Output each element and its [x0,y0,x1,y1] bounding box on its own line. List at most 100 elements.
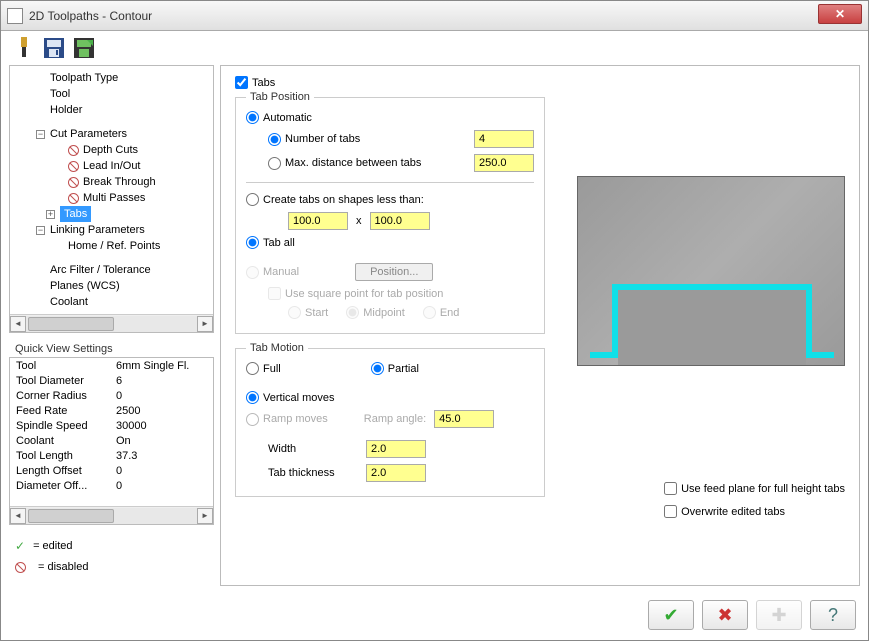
quick-view-row: Length Offset0 [16,465,207,480]
help-button[interactable]: ? [810,600,856,630]
qv-label: Tool Length [16,450,116,465]
preview-image [577,176,845,366]
quick-view-row: CoolantOn [16,435,207,450]
title-bar[interactable]: 2D Toolpaths - Contour ✕ [1,1,868,31]
number-of-tabs-input[interactable] [474,130,534,148]
use-feed-plane-checkbox[interactable]: Use feed plane for full height tabs [664,482,845,495]
qv-value: 37.3 [116,450,207,465]
shape-y-input[interactable] [370,212,430,230]
thickness-label: Tab thickness [268,467,358,479]
number-of-tabs-radio[interactable]: Number of tabs [268,133,360,146]
tool-icon-button[interactable] [11,35,37,61]
tree-item: −Linking Parameters [12,222,211,238]
tree-panel: Toolpath Type Tool Holder −Cut Parameter… [9,65,214,333]
window-title: 2D Toolpaths - Contour [29,9,152,23]
ramp-angle-input[interactable] [434,410,494,428]
tree-item: Lead In/Out [12,158,211,174]
position-button: Position... [355,263,433,281]
ramp-moves-radio[interactable]: Ramp moves [246,413,328,426]
disabled-icon [68,145,79,156]
max-distance-radio[interactable]: Max. distance between tabs [268,157,421,170]
end-radio: End [423,306,460,319]
left-column: Toolpath Type Tool Holder −Cut Parameter… [9,65,214,586]
dialog-window: 2D Toolpaths - Contour ✕ Toolpath Type T… [0,0,869,641]
quick-view-section: Quick View Settings Tool6mm Single Fl.To… [9,339,214,525]
use-square-checkbox: Use square point for tab position [268,287,443,300]
footer-buttons: ✔ ✖ ✚ ? [1,594,868,640]
tabs-checkbox[interactable]: Tabs [235,76,845,89]
scroll-right-button[interactable]: ► [197,508,213,524]
qv-value: 30000 [116,420,207,435]
max-distance-input[interactable] [474,154,534,172]
preview-options: Use feed plane for full height tabs Over… [664,482,845,518]
preview-shape-icon [590,283,834,365]
quick-view-row: Tool Diameter6 [16,375,207,390]
tree-item: Tool [12,86,211,102]
qv-value: On [116,435,207,450]
checkmark-icon: ✔ [663,605,678,626]
tab-position-group: Tab Position Automatic Number of tabs Ma… [235,91,545,334]
tree-item: Holder [12,102,211,118]
thickness-input[interactable] [366,464,426,482]
tree-body[interactable]: Toolpath Type Tool Holder −Cut Parameter… [10,66,213,314]
automatic-radio[interactable]: Automatic [246,111,312,124]
x-icon: ✖ [717,605,732,626]
scroll-right-button[interactable]: ► [197,316,213,332]
horizontal-scrollbar[interactable]: ◄ ► [10,506,213,524]
vertical-moves-radio[interactable]: Vertical moves [246,391,335,404]
quick-view-row: Tool Length37.3 [16,450,207,465]
legend: ✓= edited = disabled [9,531,214,589]
quick-view-row: Feed Rate2500 [16,405,207,420]
ok-button[interactable]: ✔ [648,600,694,630]
tab-motion-group: Tab Motion Full Partial Vertical moves R… [235,342,545,497]
tree-item: Depth Cuts [12,142,211,158]
tree-item: Multi Passes [12,190,211,206]
divider [246,182,534,183]
expand-icon[interactable]: + [46,210,55,219]
options-panel: Tabs Tab Position Automatic Number of ta… [220,65,860,586]
scroll-thumb[interactable] [28,509,114,523]
plus-icon: ✚ [771,605,786,626]
app-icon [7,8,23,24]
qv-value: 6 [116,375,207,390]
qv-value: 0 [116,480,207,495]
width-input[interactable] [366,440,426,458]
create-on-shapes-radio[interactable]: Create tabs on shapes less than: [246,193,424,206]
fieldset-legend: Tab Position [246,91,314,103]
scroll-left-button[interactable]: ◄ [10,508,26,524]
qv-value: 0 [116,465,207,480]
cancel-button[interactable]: ✖ [702,600,748,630]
scroll-left-button[interactable]: ◄ [10,316,26,332]
qv-label: Tool [16,360,116,375]
full-radio[interactable]: Full [246,362,281,375]
collapse-icon[interactable]: − [36,130,45,139]
quick-view-row: Diameter Off...0 [16,480,207,495]
qv-value: 0 [116,390,207,405]
floppy-arrow-icon [73,37,95,59]
shape-x-input[interactable] [288,212,348,230]
tree-item: Coolant [12,294,211,310]
save-as-button[interactable] [71,35,97,61]
tree-item: Break Through [12,174,211,190]
midpoint-radio: Midpoint [346,306,405,319]
tool-icon [15,37,33,59]
tree-item: Planes (WCS) [12,278,211,294]
add-button: ✚ [756,600,802,630]
quick-view-row: Corner Radius0 [16,390,207,405]
partial-radio[interactable]: Partial [371,362,419,375]
scroll-thumb[interactable] [28,317,114,331]
manual-radio: Manual [246,266,299,279]
quick-view-body: Tool6mm Single Fl.Tool Diameter6Corner R… [10,358,213,506]
qv-label: Feed Rate [16,405,116,420]
toolbar [1,31,868,65]
horizontal-scrollbar[interactable]: ◄ ► [10,314,213,332]
tree-item-selected: +Tabs [12,206,211,222]
qv-value: 2500 [116,405,207,420]
overwrite-checkbox[interactable]: Overwrite edited tabs [664,505,845,518]
disabled-icon [68,161,79,172]
close-button[interactable]: ✕ [818,4,862,24]
tab-all-radio[interactable]: Tab all [246,236,295,249]
save-button[interactable] [41,35,67,61]
qv-value: 6mm Single Fl. [116,360,207,375]
collapse-icon[interactable]: − [36,226,45,235]
